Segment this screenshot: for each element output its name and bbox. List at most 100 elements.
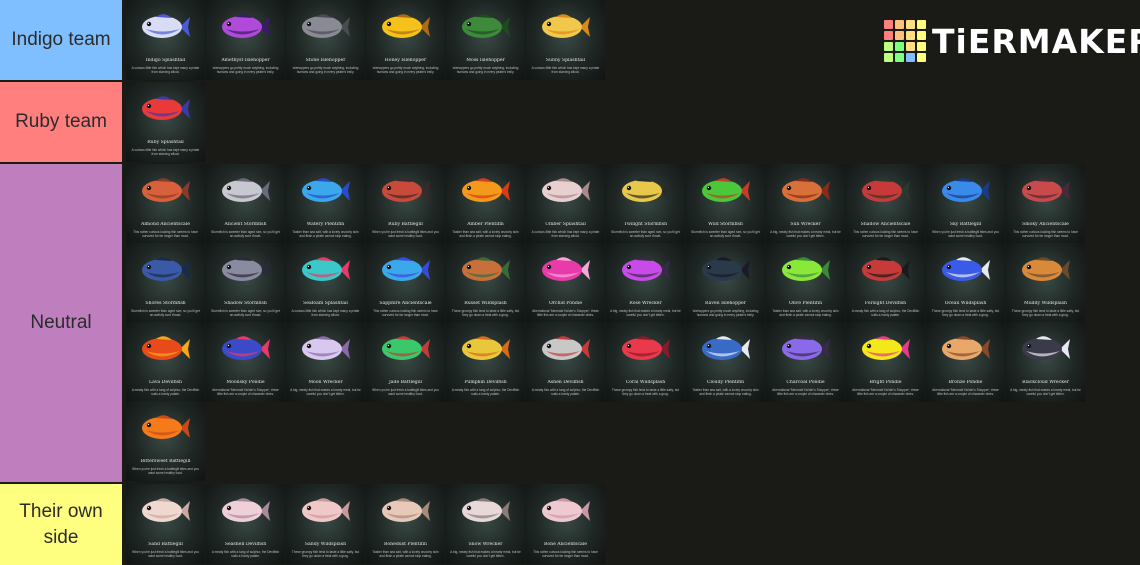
fish-card[interactable]: Sky Battlegill When you're just fresh a b… xyxy=(926,164,1005,244)
fish-card[interactable]: Raven Islehopper Islehoppers go pretty mu… xyxy=(686,243,765,323)
fish-description: This rather curious looking fish seems t… xyxy=(533,550,598,558)
fish-card[interactable]: Moon Wrecker A big, meaty fish that makes… xyxy=(286,322,365,402)
fish-card[interactable]: Bittersweet Battlegill When you're just f… xyxy=(126,401,205,481)
fish-card[interactable]: Wild Stormfish Stormfish is sweeter than … xyxy=(686,164,765,244)
fish-card[interactable]: Ruby Battlegill When you're just fresh a … xyxy=(366,164,445,244)
fish-card[interactable]: Watery Plentifin Tastier than sea salt, w… xyxy=(286,164,365,244)
fish-name: Bittersweet Battlegill xyxy=(140,459,191,464)
fish-card[interactable]: Muddy Wildsplash These grumpy fish tend t… xyxy=(1006,243,1085,323)
fish-card[interactable]: Charcoal Pondie Aberrational 'Mermaid Hol… xyxy=(766,322,845,402)
fish-description: A meaty fish with a tang of sulphur, the… xyxy=(451,388,520,396)
fish-card[interactable]: Olive Plentifin Tastier than sea salt, wi… xyxy=(766,243,845,323)
fish-card[interactable]: Ocean Wildsplash These grumpy fish tend t… xyxy=(926,243,1005,323)
logo-grid-cell xyxy=(906,53,915,62)
fish-card[interactable]: Bright Pondie Aberrational 'Mermaid Holde… xyxy=(846,322,925,402)
fish-card[interactable]: Amethyst Islehopper Islehoppers go pretty… xyxy=(206,0,285,80)
fish-card[interactable]: Lava Devilfish A meaty fish with a tang o… xyxy=(126,322,205,402)
fish-description: This rather curious looking fish seems t… xyxy=(133,230,198,238)
fish-description: When you're just fresh a battlegill bite… xyxy=(132,467,199,475)
fish-card[interactable]: Stone Islehopper Islehoppers go pretty mu… xyxy=(286,0,365,80)
tier-label[interactable]: Ruby team xyxy=(0,82,124,162)
fish-description: A curious little fish which has kept man… xyxy=(131,148,200,156)
fish-card[interactable]: Moss Islehopper Islehoppers go pretty muc… xyxy=(446,0,525,80)
fish-card[interactable]: Sandy Wildsplash These grumpy fish tend t… xyxy=(286,484,365,564)
fish-card[interactable]: Smoky Ancientscale This rather curious lo… xyxy=(1006,164,1085,244)
fish-card[interactable]: Forsight Devilfish A meaty fish with a ta… xyxy=(846,243,925,323)
fish-description: A curious little fish which has kept man… xyxy=(531,66,600,74)
fish-description: Tastier than sea salt, with a lovely cru… xyxy=(292,230,359,238)
fish-card[interactable]: Snow Wrecker A big, meaty fish that makes… xyxy=(446,484,525,564)
fish-card[interactable]: Ancient Stormfish Stormfish is sweeter th… xyxy=(206,164,285,244)
fish-name: Shadow Stormfish xyxy=(224,301,267,306)
fish-description: A curious little fish which has kept man… xyxy=(131,66,200,74)
fish-card[interactable]: Blackcloud Wrecker A big, meaty fish that… xyxy=(1006,322,1085,402)
fish-card[interactable]: Twilight Stormfish Stormfish is sweeter t… xyxy=(606,164,685,244)
fish-card[interactable]: Sunny Splashtail A curious little fish wh… xyxy=(526,0,605,80)
fish-card[interactable]: Seashell Devilfish A meaty fish with a ta… xyxy=(206,484,285,564)
fish-name: Russet Wildsplash xyxy=(464,301,507,306)
fish-card[interactable]: Bone Ancientscale This rather curious loo… xyxy=(526,484,605,564)
fish-description: Tastier than sea salt, with a lovely cru… xyxy=(772,309,839,317)
fish-card[interactable]: Ruby Splashtail A curious little fish whi… xyxy=(126,82,205,162)
fish-icon xyxy=(862,178,910,202)
fish-name: Honey Islehopper xyxy=(384,58,427,63)
fish-card[interactable]: Moonsky Pondie Aberrational 'Mermaid Hold… xyxy=(206,322,285,402)
fish-card[interactable]: Shores Stormfish Stormfish is sweeter tha… xyxy=(126,243,205,323)
logo-grid-cell xyxy=(895,20,904,29)
fish-card[interactable]: Indigo Splashtail A curious little fish w… xyxy=(126,0,205,80)
fish-card[interactable]: Bonedust Plentifin Tastier than sea salt,… xyxy=(366,484,445,564)
fish-icon xyxy=(302,14,350,38)
fish-name: Rose Wrecker xyxy=(629,301,662,306)
fish-card[interactable]: Umber Splashtail A curious little fish wh… xyxy=(526,164,605,244)
fish-icon xyxy=(302,336,350,360)
logo-grid-cell xyxy=(884,53,893,62)
fish-name: Ashen Devilfish xyxy=(547,380,584,385)
fish-icon xyxy=(222,178,270,202)
fish-description: Aberrational 'Mermaid Holder's Shopper',… xyxy=(532,309,599,317)
fish-icon xyxy=(542,336,590,360)
fish-description: Islehoppers go pretty much anything, inc… xyxy=(452,66,519,74)
fish-icon xyxy=(222,257,270,281)
fish-card[interactable]: Orchid Pondie Aberrational 'Mermaid Holde… xyxy=(526,243,605,323)
fish-card[interactable]: Amber Plentifin Tastier than sea salt, wi… xyxy=(446,164,525,244)
fish-card[interactable]: Cloudy Plentifin Tastier than sea salt, w… xyxy=(686,322,765,402)
fish-description: A big, meaty fish that makes a hearty me… xyxy=(1010,388,1081,396)
fish-card[interactable]: Honey Islehopper Islehoppers go pretty mu… xyxy=(366,0,445,80)
fish-name: Bronze Pondie xyxy=(948,380,983,385)
logo-grid-cell xyxy=(884,42,893,51)
fish-card[interactable]: Seafoam Splashtail A curious little fish … xyxy=(286,243,365,323)
fish-description: This rather curious looking fish seems t… xyxy=(1013,230,1078,238)
fish-description: Aberrational 'Mermaid Holder's Shopper',… xyxy=(212,388,279,396)
fish-card[interactable]: Sun Wrecker A big, meaty fish that makes … xyxy=(766,164,845,244)
fish-icon xyxy=(222,498,270,522)
fish-description: Stormfish is sweeter than aged rum, so y… xyxy=(691,230,760,238)
fish-card[interactable]: Ashen Devilfish A meaty fish with a tang … xyxy=(526,322,605,402)
fish-description: Islehoppers go pretty much anything, inc… xyxy=(212,66,279,74)
fish-card[interactable]: Pumpkin Devilfish A meaty fish with a tan… xyxy=(446,322,525,402)
tier-label[interactable]: Neutral xyxy=(0,164,124,482)
fish-icon xyxy=(542,178,590,202)
fish-card[interactable]: Rose Wrecker A big, meaty fish that makes… xyxy=(606,243,685,323)
fish-card[interactable]: Russet Wildsplash These grumpy fish tend … xyxy=(446,243,525,323)
fish-icon xyxy=(942,178,990,202)
fish-card[interactable]: Sand Battlegill When you're just fresh a … xyxy=(126,484,205,564)
fish-card[interactable]: Shadow Ancientscale This rather curious l… xyxy=(846,164,925,244)
fish-description: Stormfish is sweeter than aged rum, so y… xyxy=(211,309,280,317)
fish-card[interactable]: Coral Wildsplash These grumpy fish tend t… xyxy=(606,322,685,402)
fish-card[interactable]: Bronze Pondie Aberrational 'Mermaid Holde… xyxy=(926,322,1005,402)
fish-description: When you're just fresh a battlegill bite… xyxy=(132,550,199,558)
tier-row: Their own side Sand Battlegill When you're… xyxy=(0,484,1140,565)
fish-icon xyxy=(382,14,430,38)
fish-card[interactable]: Jade Battlegill When you're just fresh a … xyxy=(366,322,445,402)
fish-icon xyxy=(942,336,990,360)
logo-text: TiERMAKER xyxy=(932,21,1140,61)
fish-description: These grumpy fish tend to taste a little… xyxy=(611,388,680,396)
tier-label[interactable]: Indigo team xyxy=(0,0,124,80)
fish-card[interactable]: Sapphire Ancientscale This rather curious… xyxy=(366,243,445,323)
fish-icon xyxy=(462,498,510,522)
fish-icon xyxy=(142,415,190,439)
fish-card[interactable]: Almond Ancientscale This rather curious l… xyxy=(126,164,205,244)
tier-label[interactable]: Their own side xyxy=(0,484,124,565)
fish-icon xyxy=(462,178,510,202)
fish-card[interactable]: Shadow Stormfish Stormfish is sweeter tha… xyxy=(206,243,285,323)
